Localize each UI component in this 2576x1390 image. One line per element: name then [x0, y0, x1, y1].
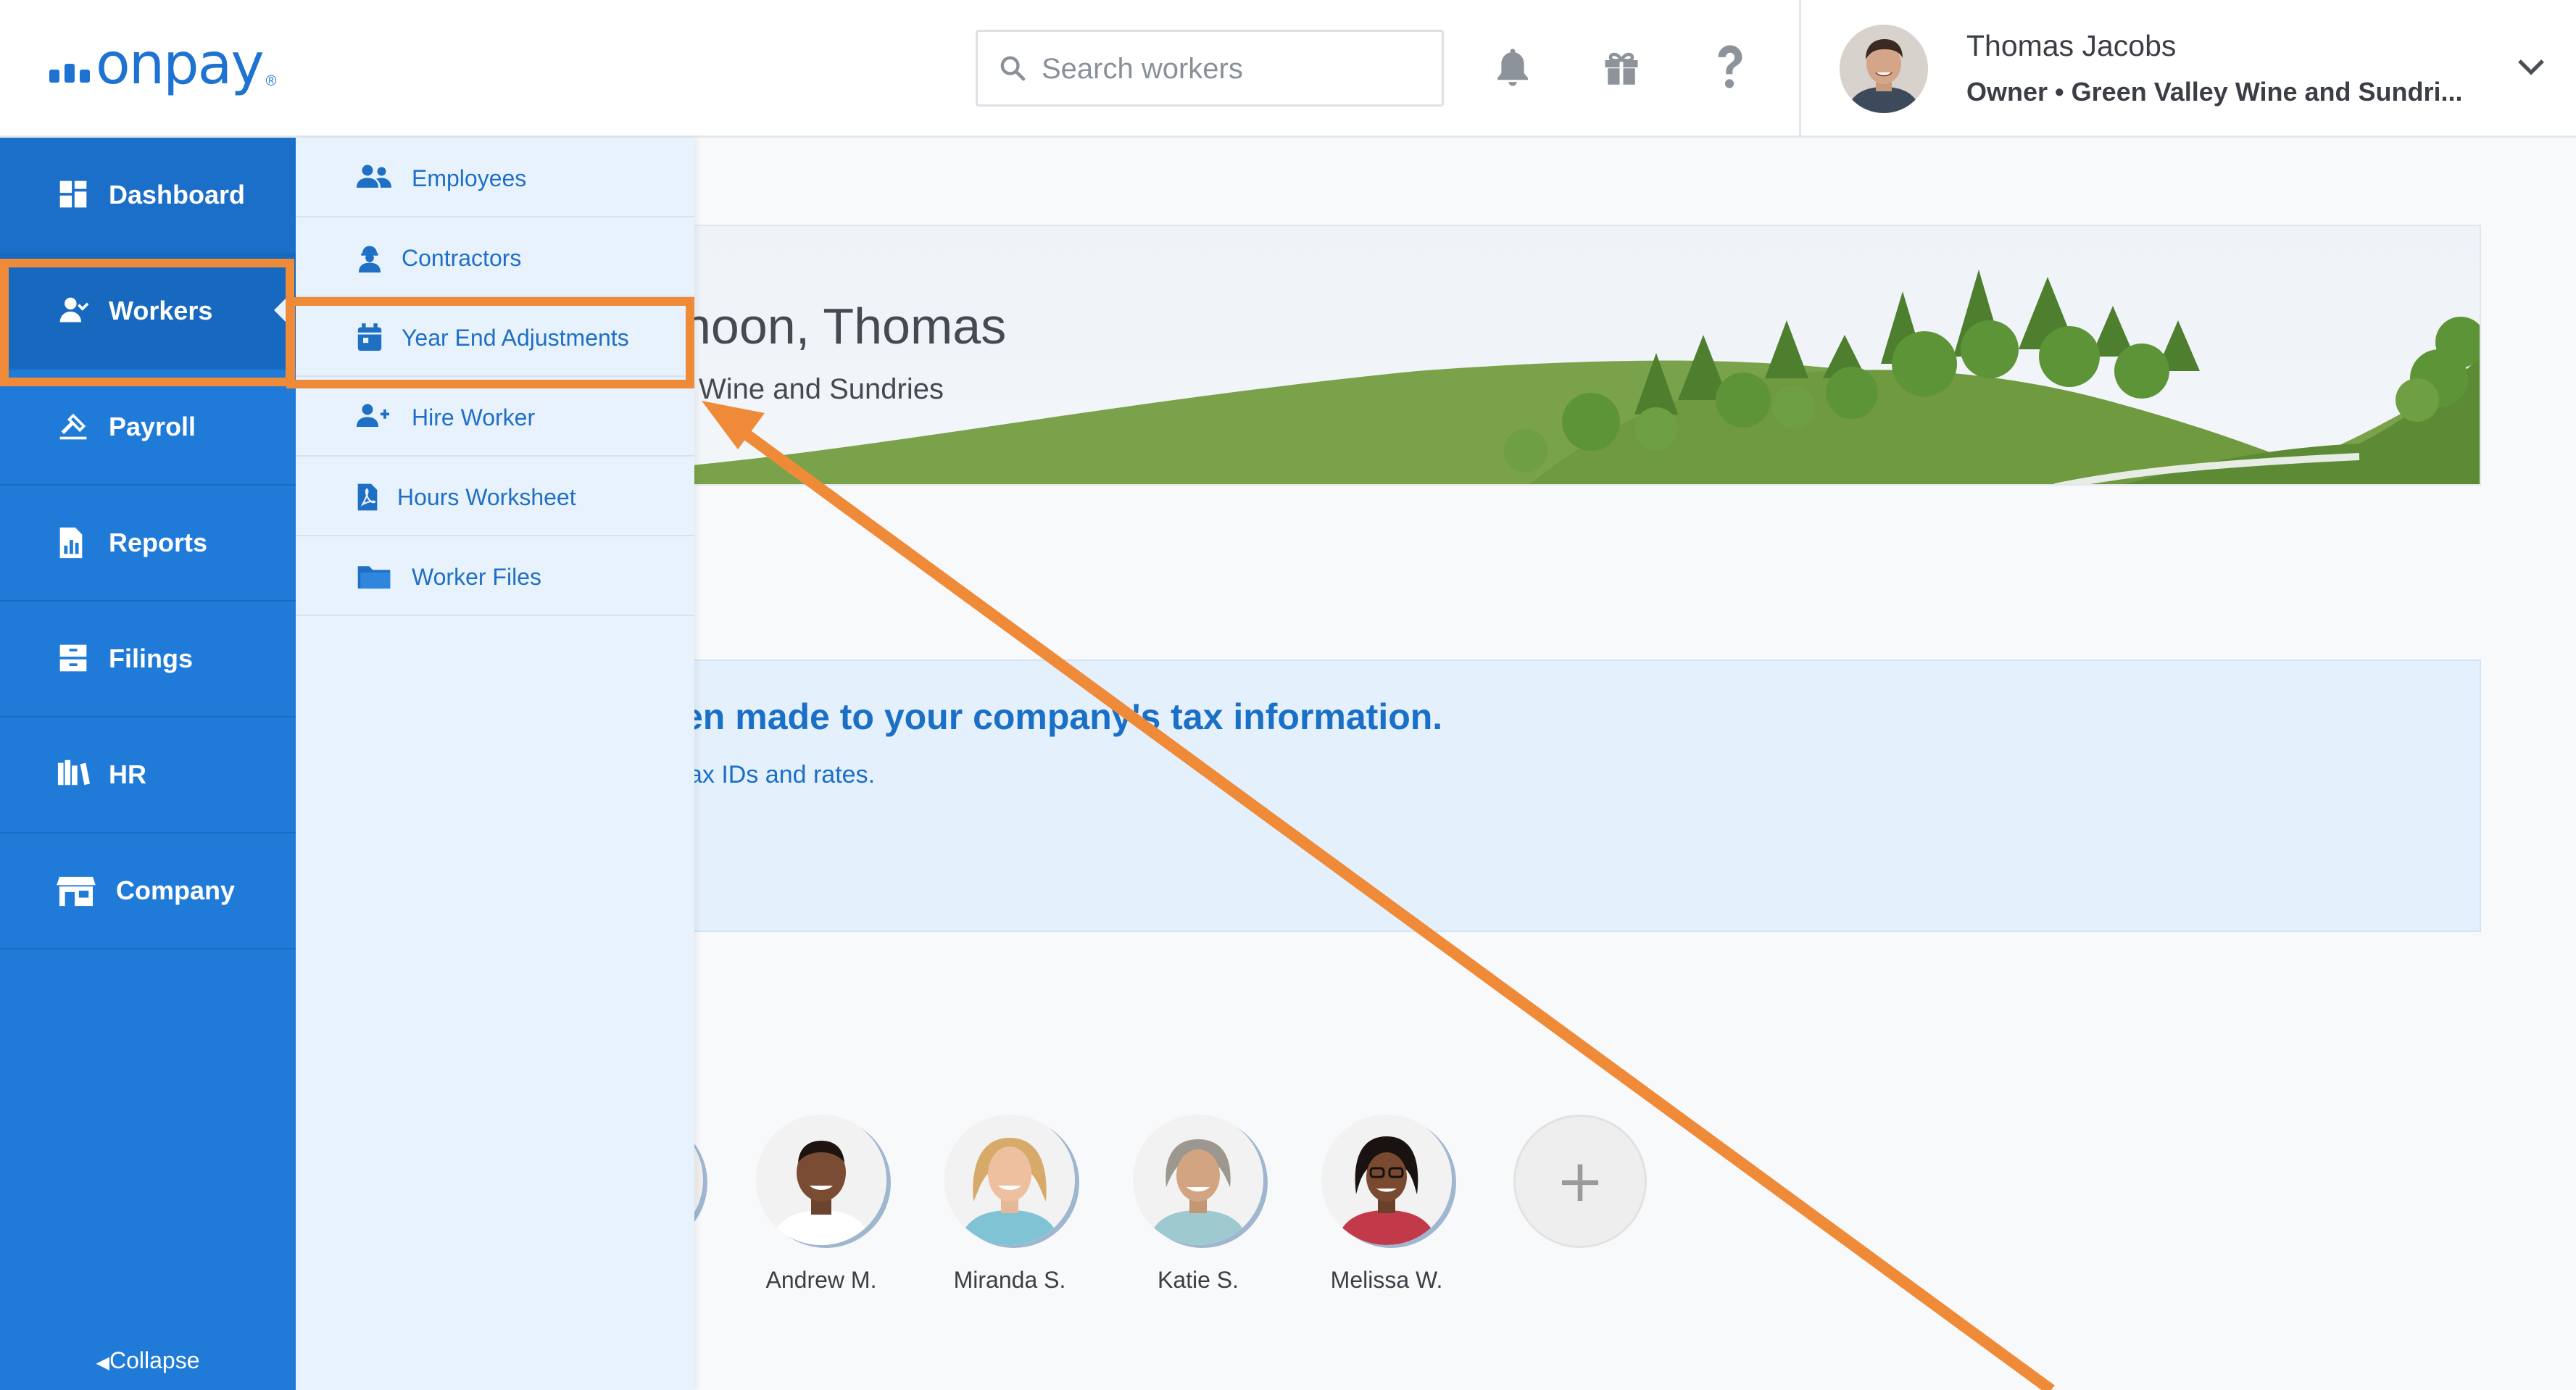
collapse-button[interactable]: ◀Collapse — [0, 1347, 296, 1374]
worker-name[interactable]: Katie S. — [1131, 1267, 1266, 1294]
search-box[interactable] — [976, 30, 1444, 107]
workers-icon — [57, 294, 90, 333]
employees-icon — [357, 164, 391, 196]
logo-dots — [49, 64, 90, 83]
sidebar-item-label: Filings — [109, 644, 193, 673]
submenu-item-year-end-adjustments[interactable]: Year End Adjustments — [296, 297, 694, 377]
sidebar-item-label: Reports — [109, 528, 208, 557]
worker-photo[interactable] — [944, 1115, 1075, 1245]
dashboard-icon — [57, 178, 90, 217]
sidebar-item-label: Dashboard — [109, 180, 246, 209]
main-sidebar: Dashboard Workers Payroll Reports Filing… — [0, 138, 296, 1390]
search-input[interactable] — [1040, 45, 1420, 93]
greeting-heading: noon, Thomas — [683, 298, 1007, 354]
worker-card[interactable]: Melissa W. — [1319, 1115, 1454, 1294]
greeting-company: Wine and Sundries — [699, 373, 944, 405]
sidebar-item-hr[interactable]: HR — [0, 717, 296, 833]
worker-photo[interactable] — [756, 1115, 886, 1245]
tax-notice-subtitle: ax IDs and rates. — [689, 761, 876, 788]
active-caret-icon — [274, 296, 288, 325]
top-header: onpay ® Thomas Jacobs Owner • Green Vall… — [0, 0, 2576, 138]
logo-registered-mark: ® — [265, 73, 277, 89]
user-name[interactable]: Thomas Jacobs — [1966, 29, 2176, 63]
sidebar-item-company[interactable]: Company — [0, 833, 296, 949]
help-icon[interactable] — [1705, 42, 1756, 93]
contractor-icon — [357, 244, 383, 278]
worker-photo[interactable] — [1321, 1115, 1452, 1245]
logo-text: onpay — [96, 32, 265, 97]
filings-icon — [57, 642, 90, 681]
folder-icon — [357, 562, 391, 596]
worker-card[interactable]: Andrew M. — [754, 1115, 889, 1294]
user-role: Owner — [1966, 77, 2048, 107]
worker-photo[interactable] — [1133, 1115, 1263, 1245]
worker-name[interactable]: Miranda S. — [942, 1267, 1077, 1294]
submenu-item-label: Employees — [412, 165, 527, 191]
add-user-icon — [357, 403, 391, 435]
worker-card[interactable]: Miranda S. — [942, 1115, 1077, 1294]
collapse-label: Collapse — [109, 1347, 200, 1373]
add-worker-button[interactable]: + — [1513, 1115, 1647, 1248]
calendar-icon — [357, 323, 383, 358]
submenu-item-label: Hire Worker — [412, 404, 536, 430]
sidebar-item-label: Company — [116, 875, 236, 905]
submenu-item-label: Year End Adjustments — [402, 325, 629, 351]
worker-name[interactable]: Andrew M. — [754, 1267, 889, 1294]
submenu-item-contractors[interactable]: Contractors — [296, 217, 694, 297]
forest-hills-illustration — [692, 270, 2480, 484]
chevron-left-icon: ◀ — [96, 1353, 109, 1373]
reports-icon — [57, 526, 86, 566]
tax-notice-title[interactable]: en made to your company's tax informatio… — [683, 696, 1442, 738]
user-role-company[interactable]: Owner • Green Valley Wine and Sundri... — [1966, 77, 2463, 107]
sidebar-item-label: Workers — [109, 296, 213, 325]
worker-name[interactable]: Melissa W. — [1319, 1267, 1454, 1294]
submenu-item-label: Worker Files — [412, 564, 541, 590]
plus-icon: + — [1555, 1147, 1605, 1215]
pdf-file-icon — [357, 483, 378, 517]
submenu-item-label: Hours Worksheet — [397, 484, 576, 510]
submenu-item-employees[interactable]: Employees — [296, 138, 694, 217]
user-avatar[interactable] — [1840, 25, 1928, 113]
search-icon — [998, 54, 1027, 86]
chevron-down-icon[interactable] — [2517, 57, 2546, 80]
bell-icon[interactable] — [1487, 42, 1538, 93]
sidebar-item-dashboard[interactable]: Dashboard — [0, 138, 296, 254]
submenu-item-worker-files[interactable]: Worker Files — [296, 536, 694, 616]
payroll-icon — [57, 410, 90, 449]
submenu-item-label: Contractors — [402, 245, 522, 271]
gift-icon[interactable] — [1596, 42, 1647, 93]
sidebar-item-label: Payroll — [109, 412, 196, 441]
hr-icon — [57, 758, 90, 794]
submenu-item-hire-worker[interactable]: Hire Worker — [296, 377, 694, 457]
company-icon — [57, 874, 96, 914]
worker-card[interactable]: Katie S. — [1131, 1115, 1266, 1294]
header-divider — [1799, 0, 1801, 138]
user-company: Green Valley Wine and Sundri... — [2071, 77, 2463, 107]
sidebar-item-workers[interactable]: Workers — [0, 254, 296, 370]
onpay-logo[interactable]: onpay ® — [49, 36, 276, 93]
role-separator: • — [2055, 77, 2064, 107]
welcome-banner — [691, 225, 2481, 486]
workers-submenu: Employees Contractors Year End Adjustmen… — [296, 138, 694, 1390]
sidebar-item-payroll[interactable]: Payroll — [0, 370, 296, 486]
sidebar-item-filings[interactable]: Filings — [0, 602, 296, 717]
sidebar-item-label: HR — [109, 759, 146, 789]
submenu-item-hours-worksheet[interactable]: Hours Worksheet — [296, 457, 694, 536]
sidebar-item-reports[interactable]: Reports — [0, 486, 296, 602]
